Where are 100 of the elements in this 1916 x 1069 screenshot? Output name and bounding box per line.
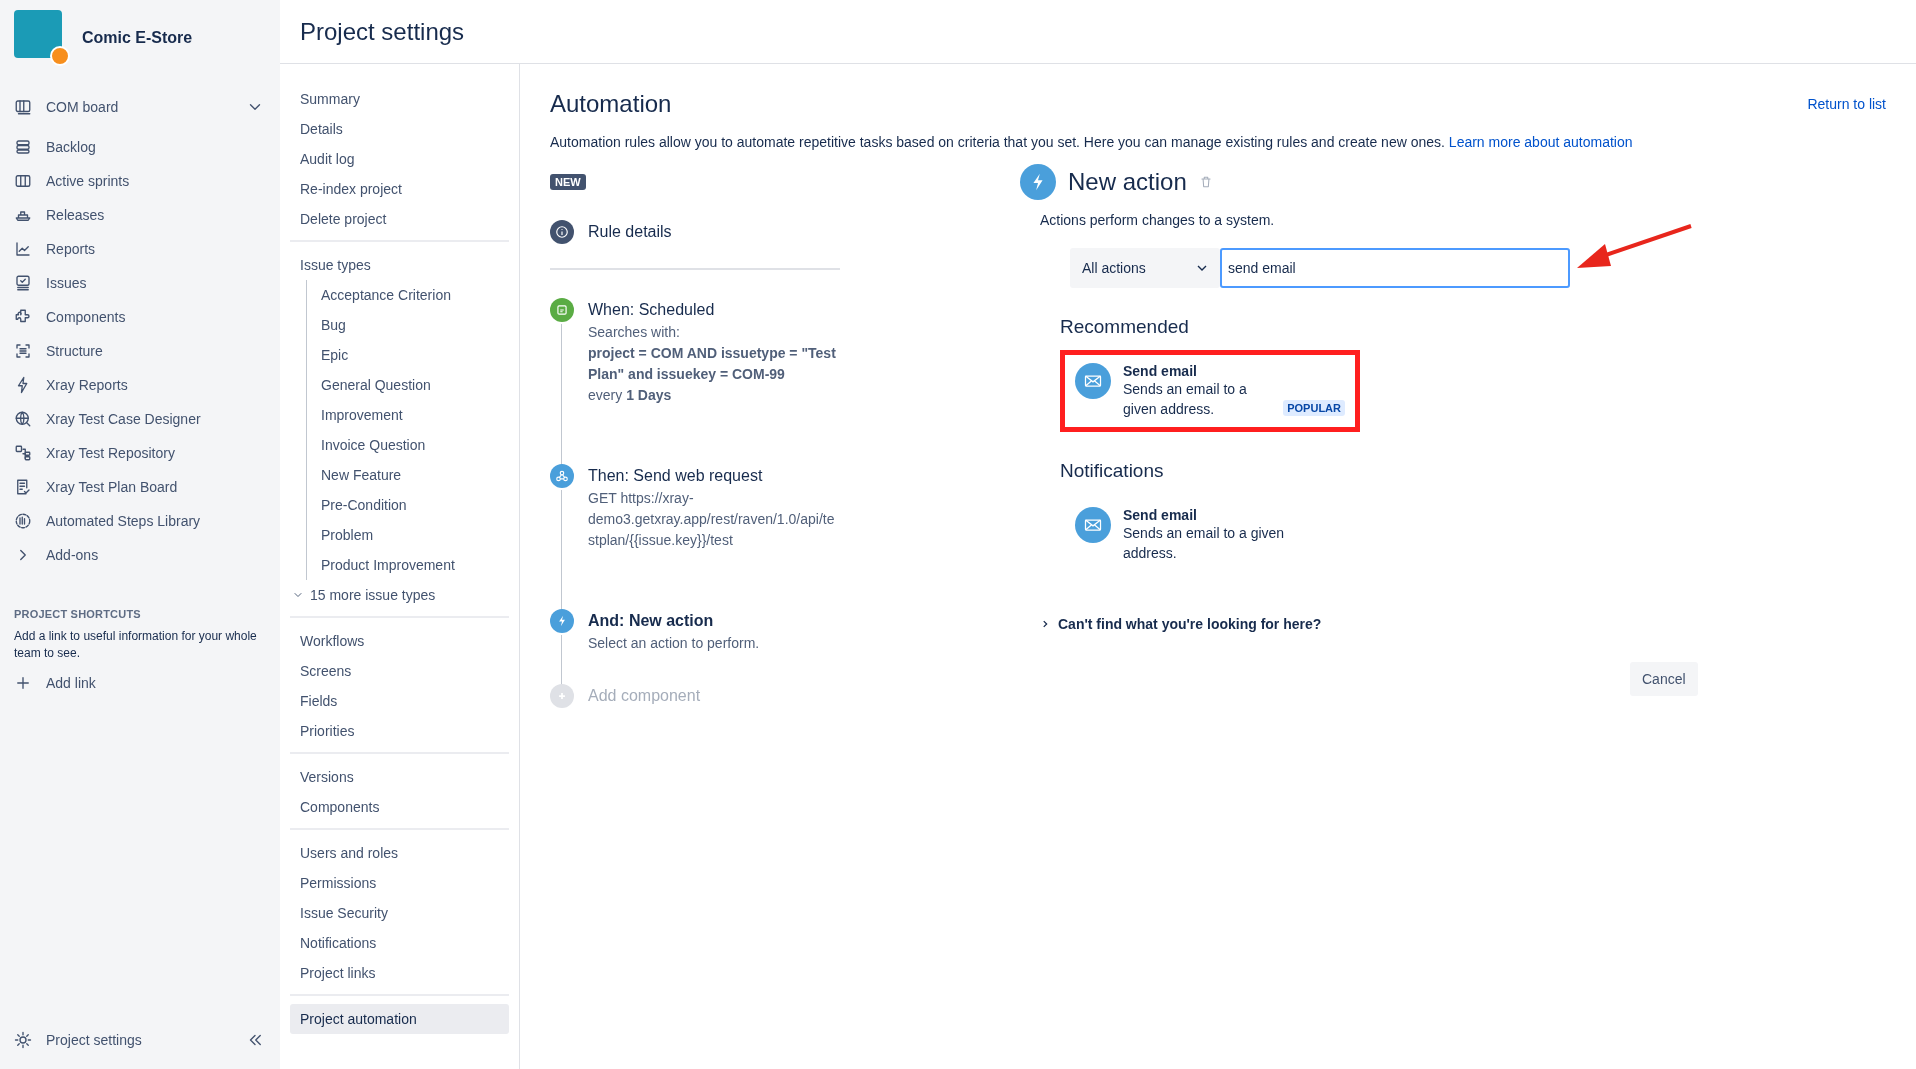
step-title[interactable]: Then: Send web request — [588, 464, 840, 488]
step-detail: GET https://xray-demo3.getxray.app/rest/raven/1.0/api/testplan/{{issue.key}}/test — [588, 489, 836, 550]
return-to-list-link[interactable]: Return to list — [1807, 96, 1886, 112]
code-badge-icon — [50, 46, 70, 66]
settings-nav-item[interactable]: Versions — [290, 762, 509, 792]
settings-nav-item[interactable]: Permissions — [290, 868, 509, 898]
settings-nav-item[interactable]: Details — [290, 114, 509, 144]
plus-icon[interactable] — [550, 684, 574, 708]
issue-type-item[interactable]: General Question — [306, 370, 509, 400]
settings-nav-item[interactable]: Components — [290, 792, 509, 822]
sidebar-item[interactable]: Releases — [14, 198, 264, 232]
issue-type-item[interactable]: Product Improvement — [306, 550, 509, 580]
settings-nav-item[interactable]: Summary — [290, 84, 509, 114]
section-heading: Recommended — [1060, 316, 1190, 338]
hierarchy-icon — [14, 444, 32, 462]
sidebar-item[interactable]: Backlog — [14, 130, 264, 164]
sidebar-item[interactable]: Automated Steps Library — [14, 504, 264, 538]
section-heading: Notifications — [1060, 460, 1165, 482]
action-title: Send email — [1123, 507, 1198, 523]
page-title: Project settings — [280, 0, 1916, 64]
more-issue-types-link[interactable]: 15 more issue types — [310, 587, 436, 603]
action-filter-dropdown[interactable]: All actions — [1070, 248, 1220, 288]
sidebar-item[interactable]: Active sprints — [14, 164, 264, 198]
board-icon — [14, 98, 32, 116]
board-selector[interactable]: COM board — [14, 90, 264, 124]
action-option[interactable]: Send email Sends an email to a given address. POPULAR — [1060, 350, 1360, 432]
sidebar-item[interactable]: Xray Test Case Designer — [14, 402, 264, 436]
plus-icon — [14, 674, 32, 692]
project-settings-item[interactable]: Project settings — [14, 1023, 232, 1057]
settings-nav-item[interactable]: Priorities — [290, 716, 509, 746]
chart-icon — [14, 240, 32, 258]
panel-subtitle: Actions perform changes to a system. — [1040, 212, 1276, 228]
action-description: Sends an email to a given address. — [1123, 524, 1285, 563]
action-title: Send email — [1123, 363, 1198, 379]
shortcuts-description: Add a link to useful information for your whole team to see. — [14, 628, 258, 662]
settings-nav-item[interactable]: Re-index project — [290, 174, 509, 204]
issue-type-item[interactable]: Invoice Question — [306, 430, 509, 460]
issue-type-item[interactable]: Problem — [306, 520, 509, 550]
issue-type-item[interactable]: New Feature — [306, 460, 509, 490]
add-link-button[interactable]: Add link — [14, 666, 264, 700]
learn-more-link[interactable]: Learn more about automation — [1448, 134, 1633, 150]
backlog-icon — [14, 138, 32, 156]
new-badge: NEW — [550, 174, 586, 190]
issue-type-item[interactable]: Acceptance Criterion — [306, 280, 509, 310]
issue-type-item[interactable]: Pre-Condition — [306, 490, 509, 520]
settings-nav-item[interactable]: Fields — [290, 686, 509, 716]
settings-nav-item[interactable]: Project automation — [290, 1004, 509, 1034]
chevron-right-icon — [1040, 619, 1050, 629]
section-heading: PROJECT SHORTCUTS — [14, 608, 142, 620]
envelope-icon — [1075, 363, 1111, 399]
settings-nav-item[interactable]: Screens — [290, 656, 509, 686]
issue-type-item[interactable]: Bug — [306, 310, 509, 340]
settings-icon — [14, 1031, 32, 1049]
cancel-button[interactable]: Cancel — [1630, 662, 1698, 696]
sidebar-item[interactable]: Issues — [14, 266, 264, 300]
sidebar-item[interactable]: Reports — [14, 232, 264, 266]
action-option[interactable]: Send email Sends an email to a given address. — [1060, 494, 1360, 576]
settings-nav-item[interactable]: Notifications — [290, 928, 509, 958]
settings-nav-item[interactable]: Issue Security — [290, 898, 509, 928]
envelope-icon — [1075, 507, 1111, 543]
step-detail: Searches with: — [588, 323, 681, 342]
globe-icon — [14, 410, 32, 428]
help-expander[interactable]: Can't find what you're looking for here? — [1040, 616, 1700, 632]
settings-nav-item[interactable]: Issue types — [290, 250, 509, 280]
settings-nav-item[interactable]: Delete project — [290, 204, 509, 234]
sidebar-item[interactable]: Structure — [14, 334, 264, 368]
sidebar-item[interactable]: Xray Test Plan Board — [14, 470, 264, 504]
library-icon — [14, 512, 32, 530]
settings-nav-item[interactable]: Workflows — [290, 626, 509, 656]
project-avatar — [14, 10, 62, 58]
addons-item[interactable]: Add-ons — [14, 538, 264, 572]
automation-title: Automation — [550, 90, 672, 118]
settings-nav-item[interactable]: Users and roles — [290, 838, 509, 868]
trash-icon — [1198, 175, 1213, 189]
settings-nav-item[interactable]: Project links — [290, 958, 509, 988]
webhook-icon — [550, 464, 574, 488]
monitor-icon — [14, 274, 32, 292]
step-detail: every 1 Days — [588, 386, 673, 405]
project-name: Comic E-Store — [82, 29, 193, 47]
sidebar-item[interactable]: Xray Reports — [14, 368, 264, 402]
step-title[interactable]: And: New action — [588, 609, 760, 633]
calendar-icon — [550, 298, 574, 322]
step-title[interactable]: Rule details — [588, 220, 672, 244]
action-description: Sends an email to a given address. — [1123, 380, 1248, 419]
settings-nav-item[interactable]: Audit log — [290, 144, 509, 174]
lightning-icon — [1020, 164, 1056, 200]
list-icon — [14, 342, 32, 360]
sidebar-item[interactable]: Components — [14, 300, 264, 334]
lightning-icon — [550, 609, 574, 633]
step-detail: Select an action to perform. — [588, 634, 760, 653]
checklist-icon — [14, 478, 32, 496]
info-icon — [550, 220, 574, 244]
issue-type-item[interactable]: Epic — [306, 340, 509, 370]
popular-badge: POPULAR — [1283, 400, 1345, 416]
sidebar-item[interactable]: Xray Test Repository — [14, 436, 264, 470]
issue-type-item[interactable]: Improvement — [306, 400, 509, 430]
step-title[interactable]: When: Scheduled — [588, 298, 840, 322]
search-field[interactable]: send email — [1220, 248, 1570, 288]
columns-icon — [14, 172, 32, 190]
automation-description: Automation rules allow you to automate repetitive tasks based on criteria that you set. Here you can manage existing rules and create new ones. Learn more about automation — [550, 134, 1634, 150]
